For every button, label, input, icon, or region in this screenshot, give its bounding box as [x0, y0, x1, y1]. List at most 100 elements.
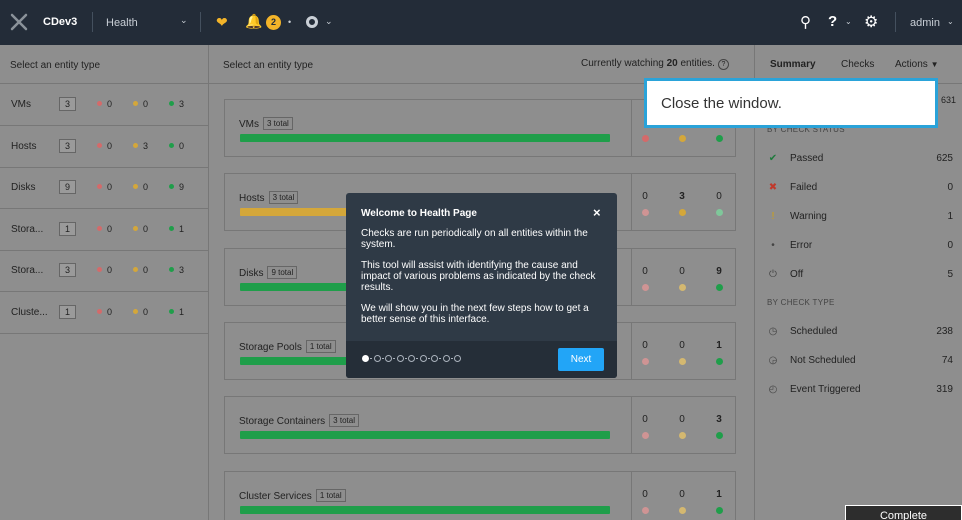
user-menu[interactable]: admin [910, 17, 940, 29]
green-status-dot [716, 283, 723, 291]
yellow-status-dot [679, 432, 686, 440]
total-count-tag: 1 total [315, 488, 346, 502]
total-count-tag: 3 total [268, 191, 299, 205]
check-status-label: Warning [790, 211, 827, 222]
check-status-count: 1 [947, 211, 953, 222]
check-type-row[interactable]: ◷ Scheduled 238 [767, 324, 953, 342]
entity-type-row[interactable]: Hosts 3 0 3 0 [0, 127, 209, 168]
health-bar [240, 505, 610, 514]
close-icon[interactable]: × [593, 205, 601, 220]
check-status-row[interactable]: • Error 0 [767, 238, 953, 256]
step-dot[interactable] [396, 355, 404, 362]
green-status-count: 1 [169, 307, 184, 317]
green-count: 1 [716, 339, 722, 351]
yellow-status-value: 3 [143, 140, 149, 151]
green-count: 1 [716, 488, 722, 500]
entity-type-list: Select an entity type VMs 3 0 0 3 Hosts 3 0 3 0 Di… [0, 45, 209, 520]
check-type-row[interactable]: ◶ Not Scheduled 74 [767, 353, 953, 371]
bell-icon[interactable]: 🔔 [245, 13, 262, 30]
step-dot[interactable] [362, 355, 369, 362]
check-type-row[interactable]: ◴ Event Triggered 319 [767, 382, 953, 400]
step-dot[interactable] [385, 355, 392, 362]
help-circle-icon[interactable]: ? [717, 59, 729, 70]
step-connector [439, 358, 441, 359]
x-logo-icon[interactable] [10, 13, 28, 31]
tasks-circle-icon[interactable] [306, 16, 318, 28]
health-heart-icon[interactable]: ❤ [216, 14, 228, 31]
yellow-status-dot [133, 101, 138, 106]
entity-type-name[interactable]: Disks [11, 182, 51, 193]
yellow-status-count: 0 [133, 99, 148, 109]
green-status-dot [169, 142, 174, 148]
watching-count: 20 [666, 58, 678, 69]
actions-label[interactable]: Actions [895, 59, 928, 70]
cluster-name[interactable]: CDev3 [43, 16, 77, 28]
tab-checks[interactable]: Checks [841, 59, 874, 70]
red-status-count: 0 [97, 182, 112, 192]
check-type-label: Scheduled [790, 326, 838, 337]
yellow-status-count: 0 [133, 224, 148, 234]
chevron-down-icon[interactable]: ▼ [931, 60, 939, 69]
dialog-body: Checks are run periodically on all entit… [361, 228, 603, 335]
check-status-label: Passed [790, 153, 824, 164]
entity-health-card[interactable]: Cluster Services 1 total 0 0 1 [224, 470, 736, 520]
page-selector[interactable]: Health [106, 17, 138, 29]
chevron-down-icon[interactable]: ⌄ [845, 17, 852, 26]
step-dot[interactable] [442, 355, 450, 362]
entity-count-badge: 9 [59, 180, 76, 194]
gear-icon[interactable]: ⚙ [864, 12, 878, 32]
entity-type-name[interactable]: VMs [11, 99, 51, 110]
step-dot[interactable] [373, 355, 381, 362]
complete-button[interactable]: Complete [845, 505, 962, 520]
entity-type-row[interactable]: Stora... 3 0 0 3 [0, 251, 209, 292]
alert-menu-dot[interactable]: • [288, 17, 291, 27]
yellow-status-value: 0 [143, 265, 149, 275]
entity-health-card[interactable]: Storage Containers 3 total 0 0 3 [224, 396, 736, 455]
step-dot[interactable] [454, 355, 461, 362]
error-icon: • [771, 240, 775, 251]
search-icon[interactable]: ⚲ [800, 13, 811, 31]
card-title: Storage Containers 3 total [239, 414, 359, 428]
check-status-count: 0 [947, 240, 953, 251]
entity-type-name[interactable]: Cluste... [11, 307, 51, 318]
entity-type-row[interactable]: Cluste... 1 0 0 1 [0, 293, 209, 334]
tab-summary[interactable]: Summary [770, 59, 816, 80]
chevron-down-icon[interactable]: ⌄ [325, 16, 333, 27]
health-bar [240, 431, 610, 440]
help-icon[interactable]: ? [828, 13, 837, 30]
check-status-row[interactable]: ⏻ Off 5 [767, 267, 953, 285]
entity-type-row[interactable]: VMs 3 0 0 3 [0, 85, 209, 126]
entity-type-row[interactable]: Disks 9 0 0 9 [0, 168, 209, 209]
instruction-text: Close the window. [661, 95, 782, 112]
card-title-text: Hosts [239, 193, 265, 205]
step-connector [404, 358, 407, 359]
check-status-row[interactable]: ✖ Failed 0 [767, 180, 953, 198]
entity-type-name[interactable]: Stora... [11, 224, 51, 235]
alert-count-badge[interactable]: 2 [266, 15, 281, 30]
chevron-down-icon[interactable]: ⌄ [947, 17, 954, 26]
step-connector [393, 358, 395, 359]
actions-menu[interactable]: Actions ▼ [895, 59, 939, 70]
card-title: VMs 3 total [239, 117, 293, 130]
check-status-label: Off [790, 269, 804, 280]
green-status-value: 3 [179, 265, 185, 275]
entity-type-name[interactable]: Stora... [11, 265, 51, 276]
yellow-count: 0 [679, 488, 685, 500]
step-dot[interactable] [431, 355, 438, 362]
check-status-row[interactable]: ✔ Passed 625 [767, 151, 953, 169]
next-button[interactable]: Next [558, 348, 604, 371]
red-status-value: 0 [107, 223, 113, 234]
step-dot[interactable] [408, 355, 415, 362]
step-dot[interactable] [419, 355, 427, 362]
red-status-dot [642, 209, 649, 217]
entity-cards-header-label: Select an entity type [223, 60, 314, 71]
entity-count-badge: 3 [59, 263, 76, 277]
yellow-status-dot [679, 209, 686, 217]
chevron-down-icon[interactable]: ⌄ [180, 15, 188, 26]
check-status-count: 5 [947, 269, 953, 280]
status-counts: 0 0 9 [631, 248, 731, 305]
entity-type-name[interactable]: Hosts [11, 141, 51, 152]
check-status-row[interactable]: ! Warning 1 [767, 209, 953, 227]
entity-type-row[interactable]: Stora... 1 0 0 1 [0, 210, 209, 251]
green-status-dot [716, 432, 723, 440]
